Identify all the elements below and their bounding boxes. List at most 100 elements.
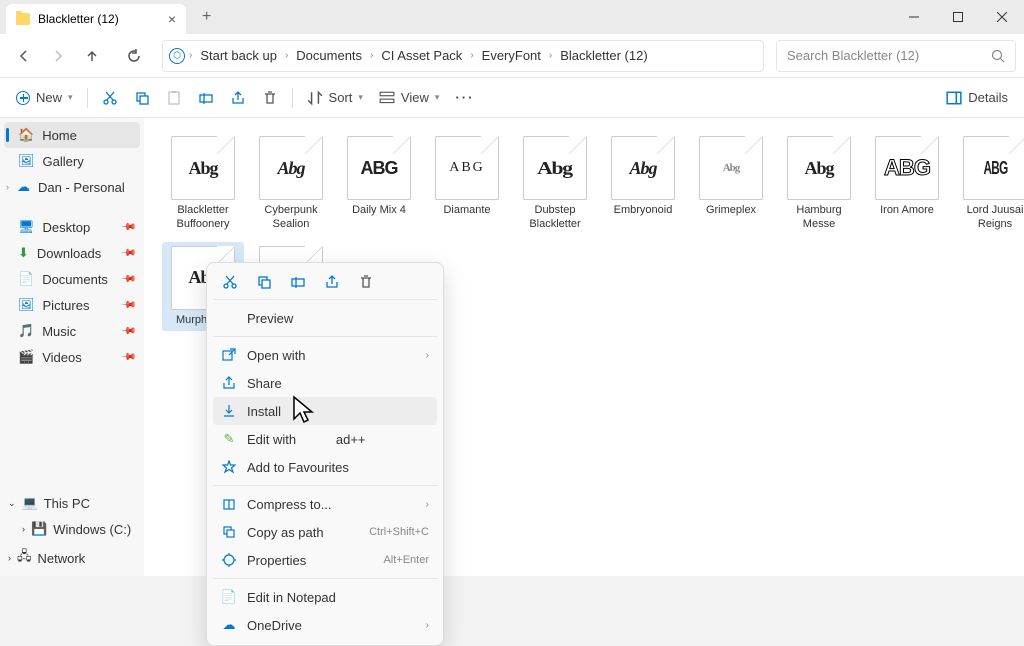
home-icon: 🏠 [18, 127, 34, 143]
paste-button[interactable] [158, 83, 190, 113]
copy-button[interactable] [126, 83, 158, 113]
file-icon: Abg [523, 136, 587, 200]
file-item[interactable]: AbgHamburg Messe [778, 132, 860, 236]
file-item[interactable]: AbgCyberpunk Sealion [250, 132, 332, 236]
blank-icon [221, 310, 237, 326]
minimize-button[interactable] [892, 0, 936, 34]
cut-icon[interactable] [221, 273, 239, 291]
close-button[interactable] [980, 0, 1024, 34]
up-button[interactable] [76, 40, 108, 72]
context-edit-npp[interactable]: ✎Edit with ad++ [213, 425, 437, 453]
pin-icon: 📌 [119, 349, 136, 366]
tab-title: Blackletter (12) [38, 12, 119, 26]
context-favourites[interactable]: Add to Favourites [213, 453, 437, 481]
rename-button[interactable] [190, 83, 222, 113]
sidebar-item-downloads[interactable]: ⬇Downloads📌 [0, 240, 144, 266]
share-button[interactable] [222, 83, 254, 113]
file-item[interactable]: ABG Iron Amore [866, 132, 948, 236]
separator [87, 88, 88, 108]
context-compress[interactable]: Compress to...› [213, 490, 437, 518]
search-input[interactable]: Search Blackletter (12) [776, 40, 1016, 72]
pin-icon: 📌 [119, 219, 136, 236]
new-tab-button[interactable]: + [194, 4, 219, 30]
file-label: Embryonoid [614, 204, 673, 218]
breadcrumb-item[interactable]: Documents [292, 46, 366, 65]
separator [292, 88, 293, 108]
chevron-right-icon: › [6, 182, 9, 192]
maximize-button[interactable] [936, 0, 980, 34]
file-label: Iron Amore [880, 204, 934, 218]
sidebar-item-music[interactable]: 🎵Music📌 [0, 318, 144, 344]
file-icon: ABG [347, 136, 411, 200]
sidebar-item-network[interactable]: ›🖧Network [0, 542, 144, 574]
window-tab[interactable]: Blackletter (12) × [6, 4, 186, 34]
breadcrumb-item[interactable]: Start back up [196, 46, 281, 65]
forward-button[interactable] [42, 40, 74, 72]
file-icon: ABG [875, 136, 939, 200]
search-placeholder: Search Blackletter (12) [787, 48, 919, 63]
file-label: Dubstep Blackletter [518, 204, 592, 232]
file-label: Lord Juusai Reigns [958, 204, 1024, 232]
onedrive-icon: ☁ [221, 617, 237, 633]
sidebar-item-this-pc[interactable]: ⌄💻This PC [0, 490, 144, 516]
star-icon [221, 459, 237, 475]
sidebar-item-onedrive[interactable]: ›☁Dan - Personal [0, 174, 144, 200]
context-copy-path[interactable]: Copy as pathCtrl+Shift+C [213, 518, 437, 546]
context-properties[interactable]: PropertiesAlt+Enter [213, 546, 437, 574]
music-icon: 🎵 [18, 323, 34, 339]
chevron-right-icon: › [189, 50, 192, 61]
view-button[interactable]: View▾ [371, 83, 447, 113]
sort-button[interactable]: Sort▾ [299, 83, 371, 113]
context-preview[interactable]: Preview [213, 304, 437, 332]
new-button[interactable]: New ▾ [8, 83, 81, 113]
sidebar-item-videos[interactable]: 🎬Videos📌 [0, 344, 144, 370]
file-item[interactable]: AbgGrimeplex [690, 132, 772, 236]
context-share[interactable]: Share [213, 369, 437, 397]
back-button[interactable] [8, 40, 40, 72]
file-item[interactable]: ABGDaily Mix 4 [338, 132, 420, 236]
pin-icon: 📌 [119, 245, 136, 262]
chevron-right-icon: › [22, 524, 25, 534]
rename-icon[interactable] [289, 273, 307, 291]
file-item[interactable]: ABGLord Juusai Reigns [954, 132, 1024, 236]
sidebar-item-desktop[interactable]: 🖥Desktop📌 [0, 214, 144, 240]
context-install[interactable]: Install [213, 397, 437, 425]
file-label: Hamburg Messe [782, 204, 856, 232]
delete-icon[interactable] [357, 273, 375, 291]
file-label: Cyberpunk Sealion [254, 204, 328, 232]
file-item[interactable]: AbgEmbryonoid [602, 132, 684, 236]
tab-close-icon[interactable]: × [168, 11, 176, 27]
file-item[interactable]: AbgBlackletter Buffoonery [162, 132, 244, 236]
sidebar-item-gallery[interactable]: 🖼Gallery [0, 148, 144, 174]
sidebar-item-drive[interactable]: ›💾Windows (C:) [0, 516, 144, 542]
context-open-with[interactable]: Open with› [213, 341, 437, 369]
sidebar-item-home[interactable]: 🏠Home [4, 122, 140, 148]
compress-icon [221, 496, 237, 512]
share-icon[interactable] [323, 273, 341, 291]
cut-button[interactable] [94, 83, 126, 113]
refresh-button[interactable] [118, 40, 150, 72]
chevron-down-icon: ⌄ [8, 498, 16, 509]
breadcrumb-home-icon[interactable]: ⬡ [169, 48, 185, 64]
chevron-right-icon: › [549, 50, 552, 61]
sidebar-item-documents[interactable]: 📄Documents📌 [0, 266, 144, 292]
breadcrumb[interactable]: ⬡ › Start back up › Documents › CI Asset… [162, 40, 764, 72]
context-notepad[interactable]: 📄Edit in Notepad [213, 583, 437, 611]
chevron-down-icon: ▾ [435, 92, 440, 103]
sidebar-item-pictures[interactable]: 🖼Pictures📌 [0, 292, 144, 318]
breadcrumb-item[interactable]: Blackletter (12) [556, 46, 651, 65]
download-icon: ⬇ [18, 245, 29, 261]
file-item[interactable]: ABGDiamante [426, 132, 508, 236]
nav-toolbar: ⬡ › Start back up › Documents › CI Asset… [0, 34, 1024, 78]
share-icon [221, 375, 237, 391]
breadcrumb-item[interactable]: EveryFont [478, 46, 545, 65]
copy-icon[interactable] [255, 273, 273, 291]
details-pane-button[interactable]: Details [938, 83, 1016, 113]
more-button[interactable]: ··· [447, 83, 482, 113]
breadcrumb-item[interactable]: CI Asset Pack [377, 46, 466, 65]
file-item[interactable]: Abg Dubstep Blackletter [514, 132, 596, 236]
context-onedrive[interactable]: ☁OneDrive› [213, 611, 437, 639]
picture-icon: 🖼 [18, 297, 35, 313]
chevron-right-icon: › [8, 553, 11, 563]
delete-button[interactable] [254, 83, 286, 113]
